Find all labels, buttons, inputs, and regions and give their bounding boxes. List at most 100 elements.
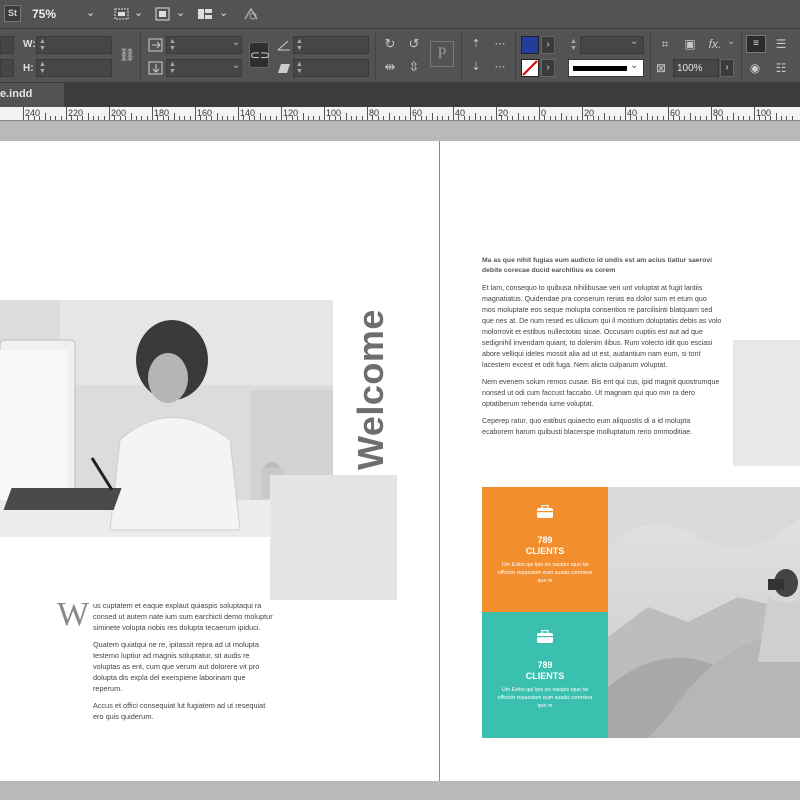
ruler-minor-tick [55,116,57,120]
stroke-type-chevron-icon[interactable]: ⌄ [630,60,638,71]
arrange-chevron-icon[interactable]: ⌄ [219,6,228,19]
y-field[interactable] [0,59,14,77]
shear-stepper[interactable]: ▲ ▼ [296,61,303,75]
scale-y-field[interactable] [166,59,242,77]
horizontal-ruler[interactable]: 240 220 200 180 160 140 120 100 80 60 40 20 0 20 40 60 8… [0,107,800,121]
height-stepper[interactable]: ▲ ▼ [39,61,46,75]
scale-y-chevron-icon[interactable]: ⌄ [232,60,240,71]
stroke-weight-stepper[interactable]: ▲ ▼ [570,38,577,52]
shear-angle-icon[interactable] [275,59,293,77]
text-wrap-bounding-icon[interactable]: ☰ [772,35,790,53]
text-wrap-shape-icon[interactable]: ◉ [746,59,764,77]
select-content-icon[interactable]: ⇣ [467,58,485,76]
height-field[interactable] [36,59,112,77]
document-tab[interactable]: e.indd [0,83,64,107]
ruler-minor-tick [657,116,659,120]
ruler-minor-tick [571,116,573,120]
ruler-minor-tick [297,116,299,120]
stock-badge[interactable]: St [4,5,21,22]
text-wrap-none-icon[interactable]: ≡ [746,35,766,53]
ruler-minor-tick [565,116,567,120]
stroke-none-swatch[interactable] [521,59,539,77]
corner-options-icon[interactable]: ⌗ [656,35,674,53]
opacity-field[interactable]: 100% [673,59,719,77]
photographer-landscape-photo[interactable] [608,487,800,738]
link-scale-icon[interactable]: ⊂⊃ [249,42,270,68]
ruler-minor-tick [587,116,589,120]
width-stepper[interactable]: ▲ ▼ [39,38,46,52]
flip-horizontal-icon[interactable]: ⇹ [381,58,399,76]
drop-cap: W [57,596,90,633]
gray-placeholder-block-right[interactable] [733,340,800,466]
ruler-minor-tick [302,113,304,120]
flip-vertical-icon[interactable]: ⇳ [405,58,423,76]
ruler-minor-tick [442,116,444,120]
ruler-minor-tick [522,116,524,120]
rotate-counterclockwise-icon[interactable]: ↺ [405,35,423,53]
ruler-minor-tick [764,116,766,120]
shear-field[interactable] [293,59,369,77]
ruler-minor-tick [356,116,358,120]
scale-y-stepper[interactable]: ▲ ▼ [169,61,176,75]
rotation-field[interactable] [293,36,369,54]
arrange-documents-icon[interactable] [196,6,214,22]
ruler-minor-tick [705,116,707,120]
select-container-icon[interactable]: ⇡ [467,35,485,53]
select-next-icon[interactable]: ⋯ [491,58,509,76]
ruler-minor-tick [501,116,503,120]
x-field[interactable] [0,36,14,54]
scale-x-stepper[interactable]: ▲ ▼ [169,38,176,52]
effects-fx-icon[interactable]: fx. [706,35,724,53]
ruler-minor-tick [60,116,62,120]
text-wrap-jump-icon[interactable]: ☷ [772,59,790,77]
ruler-minor-tick [512,116,514,120]
ruler-minor-tick [291,116,293,120]
gray-placeholder-block[interactable] [270,475,397,600]
stat-box-orange[interactable]: 789 CLIENTS Um Estirs qui Ipis vis nacip… [482,487,608,613]
select-previous-icon[interactable]: ⋯ [491,35,509,53]
stroke-weight-chevron-icon[interactable]: ⌄ [630,36,638,47]
right-body-text-frame[interactable]: Et lam, consequo to quibusa nihilibusae … [482,283,722,444]
rotation-angle-icon[interactable] [275,36,293,54]
ruler-minor-tick [383,116,385,120]
opacity-chevron-icon[interactable]: › [720,59,734,77]
ruler-minor-tick [721,116,723,120]
right-heading[interactable]: Ma as que nihit fugias eum audicto id un… [482,256,717,276]
stat-box-teal[interactable]: 789 CLIENTS Um Estirs qui Ipis vis nacip… [482,612,608,738]
ruler-minor-tick [211,116,213,120]
ruler-minor-tick [404,116,406,120]
constrain-proportions-icon[interactable]: ⛓ [118,46,136,64]
left-paragraph-2: Quatem quiatqui ne re, ipitassit repra a… [93,639,260,694]
effects-chevron-icon[interactable]: ⌄ [727,36,735,47]
view-options-icon[interactable] [113,6,131,22]
stroke-menu-chevron-icon[interactable]: › [541,59,555,77]
ruler-minor-tick [420,116,422,120]
zoom-dropdown-chevron-icon[interactable]: ⌄ [86,6,95,19]
ruler-minor-tick [103,116,105,120]
scale-y-icon[interactable] [147,59,165,77]
zoom-level[interactable]: 75% [32,7,56,21]
divider [375,32,376,80]
scale-x-chevron-icon[interactable]: ⌄ [232,37,240,48]
ruler-minor-tick [786,116,788,120]
scale-x-icon[interactable] [147,36,165,54]
ruler-minor-tick [694,116,696,120]
welcome-title[interactable]: Welcome [350,309,392,470]
ruler-minor-tick [517,113,519,120]
fill-menu-chevron-icon[interactable]: › [541,36,555,54]
width-field[interactable] [36,36,112,54]
scale-x-field[interactable] [166,36,242,54]
stat-description: Um Estirs qui Ipis vis nacipis rque tai … [497,562,593,584]
rotation-stepper[interactable]: ▲ ▼ [296,38,303,52]
screen-mode-icon[interactable] [154,6,172,22]
screen-mode-chevron-icon[interactable]: ⌄ [176,6,185,19]
publish-online-icon[interactable] [242,6,260,22]
ruler-minor-tick [630,116,632,120]
left-body-text-frame[interactable]: us cuptatem et eaque explaut quiaspis so… [93,600,273,727]
drop-shadow-icon[interactable]: ▣ [681,35,699,53]
ruler-minor-tick [39,116,41,120]
view-options-chevron-icon[interactable]: ⌄ [134,6,143,19]
ruler-minor-tick [775,113,777,120]
fill-swatch[interactable] [521,36,539,54]
rotate-clockwise-icon[interactable]: ↻ [381,35,399,53]
